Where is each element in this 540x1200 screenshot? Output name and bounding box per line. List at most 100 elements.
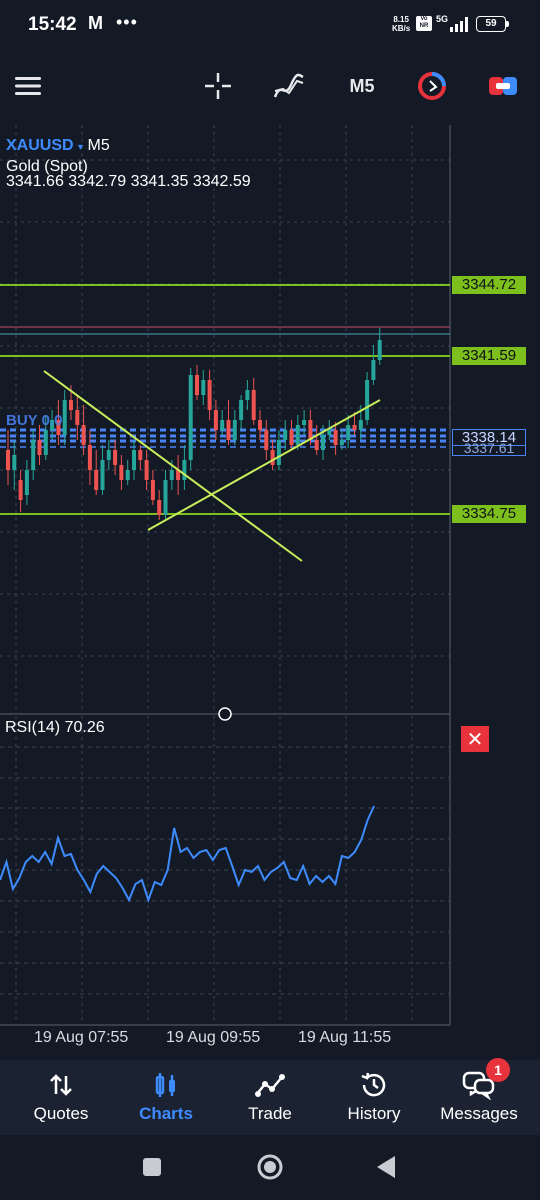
- candle-body: [295, 425, 300, 445]
- candle-body: [157, 500, 162, 515]
- candle-body: [119, 465, 124, 480]
- battery-tip: [506, 21, 509, 27]
- candle-body: [106, 450, 111, 460]
- candle-body: [283, 430, 288, 440]
- ohlc-values: 3341.66 3342.79 3341.35 3342.59: [6, 173, 251, 190]
- candle-body: [270, 450, 275, 465]
- price-level-tag-3334-75[interactable]: 3334.75: [452, 505, 526, 523]
- more-notifications-icon: •••: [116, 12, 138, 32]
- candle-body: [6, 450, 10, 470]
- network-speed-unit: KB/s: [392, 24, 411, 33]
- home-button[interactable]: [254, 1152, 286, 1182]
- candle-body: [314, 440, 319, 450]
- symbol-dropdown-icon[interactable]: ▾: [78, 142, 83, 153]
- candle-body: [81, 425, 86, 445]
- one-click-trading-icon: [418, 72, 446, 100]
- symbol-header[interactable]: XAUUSD ▾ M5: [6, 137, 110, 155]
- price-chart[interactable]: [0, 120, 540, 1060]
- nav-quotes[interactable]: Quotes: [9, 1068, 113, 1130]
- nav-messages-label: Messages: [440, 1104, 518, 1123]
- bottom-navigation: Quotes Charts Trade History Messages: [0, 1060, 540, 1135]
- status-bar: 15:42 M ••• 8.15 KB/s Vo NR 5G 59: [0, 0, 540, 52]
- candle-body: [226, 420, 231, 440]
- rsi-label: RSI(14) 70.26: [5, 719, 105, 736]
- nav-quotes-label: Quotes: [33, 1104, 89, 1123]
- status-time: 15:42: [28, 14, 77, 35]
- crosshair-icon: [205, 73, 231, 99]
- nav-trade[interactable]: Trade: [218, 1068, 322, 1130]
- menu-button[interactable]: [12, 70, 44, 102]
- candle-body: [321, 435, 325, 450]
- candle-body: [75, 410, 80, 425]
- nav-charts[interactable]: Charts: [114, 1068, 218, 1130]
- candle-body: [125, 470, 130, 480]
- indicators-button[interactable]: [272, 70, 306, 102]
- candle-body: [258, 420, 262, 430]
- network-type: 5G: [436, 14, 449, 24]
- one-click-trading-button[interactable]: [416, 70, 448, 102]
- close-icon: ✕: [466, 728, 484, 751]
- candle-body: [358, 420, 363, 430]
- symbol-timeframe: M5: [87, 137, 110, 154]
- chart-toggle-button[interactable]: [486, 70, 520, 102]
- candle-body: [12, 455, 17, 470]
- recents-button[interactable]: [140, 1155, 164, 1179]
- candle-body: [352, 425, 357, 430]
- nav-history[interactable]: History: [322, 1068, 426, 1130]
- ask-price-tag: 3337.61: [452, 441, 526, 456]
- charts-icon: [153, 1068, 179, 1102]
- price-level-tag-3341-59[interactable]: 3341.59: [452, 347, 526, 365]
- nav-messages[interactable]: Messages: [427, 1068, 531, 1130]
- messages-badge: 1: [486, 1058, 510, 1082]
- pane-resize-handle: [218, 707, 232, 721]
- candle-body: [113, 450, 118, 465]
- candle-body: [100, 460, 105, 490]
- rsi-line: [0, 805, 376, 904]
- buy-order-label[interactable]: BUY 0.0: [6, 412, 62, 429]
- signal-icon: [450, 17, 468, 32]
- history-icon: [359, 1068, 389, 1102]
- candle-body: [195, 375, 199, 395]
- candle-body: [377, 340, 382, 360]
- candle-body: [31, 440, 36, 470]
- candle-body: [69, 400, 73, 410]
- candle-body: [264, 430, 269, 450]
- volte-icon: Vo NR: [416, 16, 432, 31]
- candle-body: [365, 380, 370, 420]
- price-level-tag-3344-72[interactable]: 3344.72: [452, 276, 526, 294]
- candle-body: [339, 440, 344, 445]
- candle-body: [302, 420, 307, 425]
- menu-icon: [15, 77, 41, 95]
- symbol-name[interactable]: XAUUSD: [6, 137, 74, 154]
- nav-charts-label: Charts: [139, 1104, 193, 1123]
- candle-body: [43, 430, 48, 455]
- candle-body: [18, 480, 23, 500]
- time-axis-label: 19 Aug 09:55: [166, 1029, 261, 1046]
- candle-body: [87, 445, 92, 470]
- nav-trade-label: Trade: [248, 1104, 292, 1123]
- candle-body: [201, 380, 206, 395]
- timeframe-button[interactable]: M5: [342, 70, 382, 102]
- time-axis-label: 19 Aug 07:55: [34, 1029, 129, 1046]
- close-indicator-button[interactable]: ✕: [461, 726, 489, 752]
- candle-body: [327, 430, 332, 435]
- crosshair-button[interactable]: [202, 70, 234, 102]
- chart-toolbar: M5: [0, 52, 540, 120]
- battery-icon: 59: [476, 16, 506, 32]
- network-speed-value: 8.15: [393, 15, 409, 24]
- candle-body: [163, 480, 168, 515]
- time-axis-label: 19 Aug 11:55: [298, 1029, 392, 1046]
- candle-body: [182, 460, 187, 480]
- candle-body: [188, 375, 193, 460]
- back-button[interactable]: [374, 1154, 398, 1180]
- candle-body: [239, 400, 244, 420]
- system-navigation-bar: [0, 1135, 540, 1200]
- candle-body: [24, 470, 29, 495]
- candle-body: [62, 400, 67, 435]
- candle-body: [220, 420, 225, 430]
- candle-body: [232, 420, 237, 440]
- candle-body: [207, 380, 212, 410]
- candle-body: [37, 440, 42, 455]
- chart-toggle-icon: [489, 77, 517, 95]
- candle-body: [333, 430, 338, 445]
